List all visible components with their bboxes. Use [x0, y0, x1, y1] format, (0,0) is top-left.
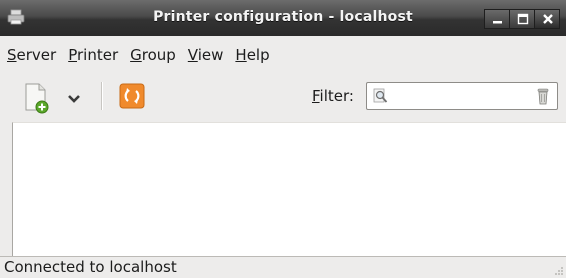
toolbar-separator	[101, 82, 103, 110]
menu-group-mnemonic: G	[130, 46, 142, 64]
menu-printer-mnemonic: P	[68, 46, 77, 64]
filter-field[interactable]	[366, 82, 558, 110]
title-bar[interactable]: Printer configuration - localhost	[0, 0, 566, 36]
menu-printer-label: rinter	[77, 46, 119, 64]
menu-help[interactable]: Help	[228, 46, 274, 64]
menu-help-label: elp	[246, 46, 270, 64]
refresh-icon[interactable]	[119, 83, 145, 109]
filter-label: Filter:	[312, 87, 354, 105]
close-icon	[543, 14, 553, 24]
menu-server[interactable]: Server	[0, 46, 61, 64]
menu-printer[interactable]: Printer	[61, 46, 123, 64]
close-button[interactable]	[534, 9, 560, 29]
window-controls	[484, 9, 560, 29]
window-title: Printer configuration - localhost	[153, 9, 413, 25]
menu-view-mnemonic: V	[187, 46, 198, 64]
menu-help-mnemonic: H	[235, 46, 247, 64]
menu-server-mnemonic: S	[7, 46, 17, 64]
toolbar: Filter:	[0, 70, 566, 122]
menu-bar: Server Printer Group View Help	[0, 40, 566, 70]
new-printer-icon[interactable]	[22, 82, 50, 114]
filter-input[interactable]	[391, 86, 529, 106]
clear-icon[interactable]	[536, 87, 550, 105]
maximize-button[interactable]	[509, 9, 535, 29]
chevron-down-icon[interactable]	[64, 88, 84, 108]
minimize-button[interactable]	[484, 9, 510, 29]
printer-config-window: Printer configuration - localhost Server…	[0, 0, 566, 278]
resize-grip-icon[interactable]	[554, 266, 564, 276]
status-bar: Connected to localhost	[0, 256, 566, 278]
printer-list[interactable]	[12, 122, 566, 256]
filter-label-mnemonic: F	[312, 87, 320, 105]
menu-group-label: roup	[141, 46, 176, 64]
search-icon	[373, 88, 388, 103]
status-text: Connected to localhost	[4, 258, 177, 276]
filter-label-text: ilter:	[319, 87, 354, 105]
menu-view-label: iew	[197, 46, 224, 64]
menu-group[interactable]: Group	[123, 46, 181, 64]
minimize-icon	[493, 21, 502, 24]
maximize-icon	[517, 13, 529, 25]
menu-server-label: erver	[16, 46, 57, 64]
menu-view[interactable]: View	[181, 46, 229, 64]
